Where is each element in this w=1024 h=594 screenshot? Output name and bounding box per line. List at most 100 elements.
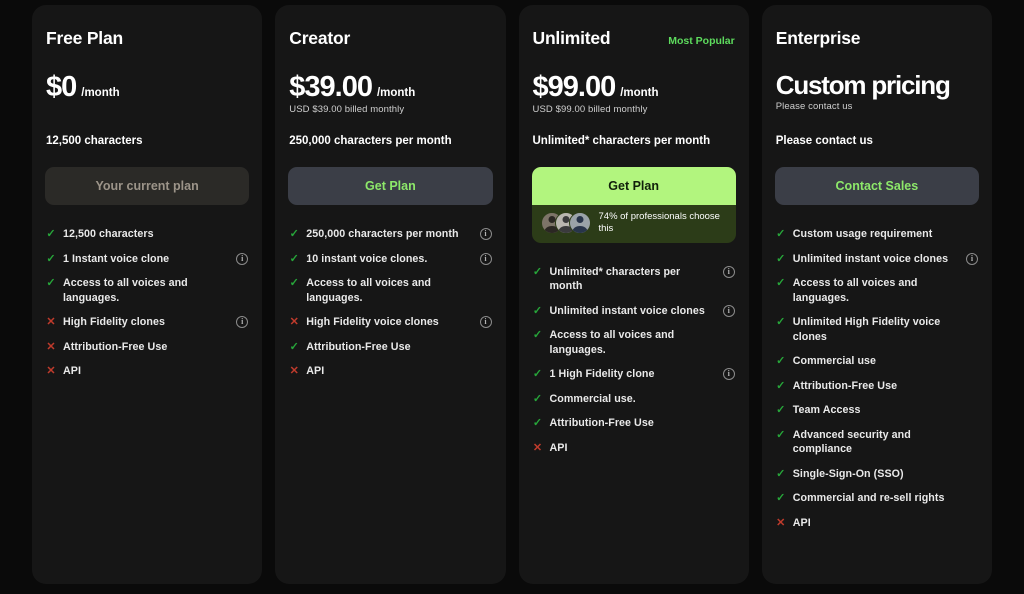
plan-quota: Please contact us (775, 135, 873, 147)
feature-row: ✓ Unlimited High Fidelity voice clones (776, 315, 978, 344)
check-icon: ✓ (776, 252, 786, 265)
info-icon[interactable]: i (479, 252, 492, 265)
feature-label: Attribution-Free Use (549, 417, 654, 430)
feature-label: Access to all voices and languages. (306, 277, 432, 304)
feature-label: Commercial use. (549, 392, 636, 405)
feature-label: API (792, 516, 811, 529)
check-icon: ✓ (289, 277, 299, 289)
info-icon[interactable]: i (722, 265, 735, 278)
feature-row: ✕ High Fidelity voice clones i (289, 315, 492, 330)
info-icon[interactable]: i (722, 368, 735, 381)
feature-row: ✕ API (289, 364, 491, 379)
feature-label: Access to all voices and languages. (63, 277, 188, 304)
social-proof-text: 74% of professionals choose this (598, 211, 720, 235)
feature-row: ✕ Attribution-Free Use (46, 340, 248, 355)
plan-cta-wrapper: Contact Sales (774, 167, 979, 205)
feature-row: ✕ API (46, 364, 248, 379)
feature-row: ✕ API (533, 441, 735, 456)
feature-row: ✓ 1 High Fidelity clone i (533, 367, 735, 382)
plan-card-header: Creator (288, 28, 492, 50)
plan-price-block: Custom pricing Please contact us (775, 70, 979, 116)
check-icon: ✓ (46, 277, 56, 289)
info-icon[interactable]: i (722, 304, 735, 317)
feature-label: Access to all voices and languages. (792, 277, 918, 304)
check-icon: ✓ (776, 379, 786, 392)
plan-price-subtext: USD $99.00 billed monthly (532, 104, 648, 116)
cross-icon: ✕ (46, 316, 56, 328)
feature-row: ✓ Access to all voices and languages. (46, 276, 248, 305)
avatar-head-icon (548, 216, 555, 224)
feature-row: ✓ Commercial and re-sell rights (776, 491, 978, 506)
plan-price-block: $99.00/month USD $99.00 billed monthly (532, 72, 736, 116)
plan-feature-list: ✓ 12,500 characters ✓ 1 Instant voice clone… (45, 227, 249, 379)
plan-price-block: $39.00/month USD $39.00 billed monthly (288, 72, 492, 116)
feature-label: 250,000 characters per month (306, 228, 459, 240)
feature-row: ✓ 1 Instant voice clone i (46, 252, 249, 267)
plan-price-subtext: USD $39.00 billed monthly (289, 104, 405, 116)
plan-price-period: /month (81, 87, 120, 99)
feature-row: ✓ 250,000 characters per month i (289, 227, 492, 242)
cross-icon: ✕ (776, 516, 786, 529)
plan-cta-button-creator[interactable]: Get Plan (288, 167, 493, 205)
plan-name: Creator (289, 28, 351, 48)
plan-card-free-plan: Free Plan $0/month 12,500 characters Your c… (32, 5, 263, 584)
feature-row: ✓ Access to all voices and languages. (289, 276, 491, 305)
feature-label: Access to all voices and languages. (549, 329, 675, 356)
feature-label: Single-Sign-On (SSO) (792, 467, 904, 480)
avatar (568, 212, 591, 235)
feature-row: ✓ Advanced security and compliance (776, 428, 978, 457)
plan-price-amount: Custom pricing (775, 70, 951, 100)
plan-card-header: Unlimited Most Popular (532, 28, 736, 50)
plan-card-creator: Creator $39.00/month USD $39.00 billed mon… (275, 5, 506, 584)
avatar-head-icon (576, 216, 583, 224)
plan-name: Unlimited (532, 28, 611, 48)
info-icon[interactable]: i (236, 252, 249, 265)
plan-price-subtext: Please contact us (775, 101, 853, 113)
feature-label: Attribution-Free Use (306, 340, 411, 353)
feature-label: High Fidelity clones (63, 316, 165, 328)
feature-label: Commercial use (792, 355, 877, 367)
feature-row: ✓ Attribution-Free Use (533, 416, 735, 431)
feature-row: ✓ Attribution-Free Use (776, 379, 978, 394)
feature-label: Advanced security and compliance (792, 428, 911, 456)
feature-label: 1 Instant voice clone (63, 252, 170, 265)
feature-label: Unlimited instant voice clones (792, 252, 949, 265)
plan-feature-list: ✓ 250,000 characters per month i ✓ 10 instan… (288, 227, 492, 379)
feature-label: Attribution-Free Use (63, 340, 168, 353)
plan-feature-list: ✓ Unlimited* characters per month i ✓ Unlimi… (532, 265, 736, 456)
feature-label: Unlimited* characters per month (549, 265, 681, 293)
plan-name: Enterprise (775, 28, 861, 48)
plan-cta-button-enterprise[interactable]: Contact Sales (774, 167, 979, 205)
check-icon: ✓ (776, 428, 786, 441)
check-icon: ✓ (46, 252, 56, 265)
feature-row: ✓ Unlimited instant voice clones i (533, 304, 735, 319)
plan-cta-wrapper: Your current plan (45, 167, 250, 205)
cross-icon: ✕ (532, 441, 543, 454)
info-icon[interactable]: i (479, 228, 492, 240)
plan-card-header: Free Plan (45, 28, 249, 50)
check-icon: ✓ (776, 404, 786, 416)
plan-cta-wrapper: Get Plan (288, 167, 493, 205)
plan-price-amount: $99.00 (532, 71, 617, 103)
feature-label: 1 High Fidelity clone (549, 368, 655, 381)
feature-row: ✓ Team Access (776, 403, 978, 418)
plan-price-line: $0/month (46, 72, 248, 103)
feature-row: ✓ Commercial use. (533, 392, 735, 407)
info-icon[interactable]: i (966, 252, 978, 265)
avatar-body-icon (572, 226, 587, 234)
plan-cta-button-unlimited[interactable]: Get Plan (531, 167, 736, 205)
feature-row: ✓ 12,500 characters (46, 227, 248, 242)
check-icon: ✓ (776, 316, 786, 328)
feature-label: API (63, 365, 81, 377)
feature-row: ✓ Custom usage requirement (776, 227, 978, 242)
check-icon: ✓ (289, 340, 299, 353)
info-icon[interactable]: i (236, 316, 249, 328)
feature-row: ✕ API (776, 516, 978, 531)
feature-row: ✓ Unlimited instant voice clones i (776, 252, 978, 267)
check-icon: ✓ (289, 228, 299, 240)
plan-name: Free Plan (46, 28, 123, 48)
feature-label: Attribution-Free Use (792, 379, 898, 392)
feature-row: ✓ Access to all voices and languages. (776, 276, 978, 305)
info-icon[interactable]: i (479, 316, 492, 328)
plan-cta-button-free-plan: Your current plan (45, 167, 250, 205)
